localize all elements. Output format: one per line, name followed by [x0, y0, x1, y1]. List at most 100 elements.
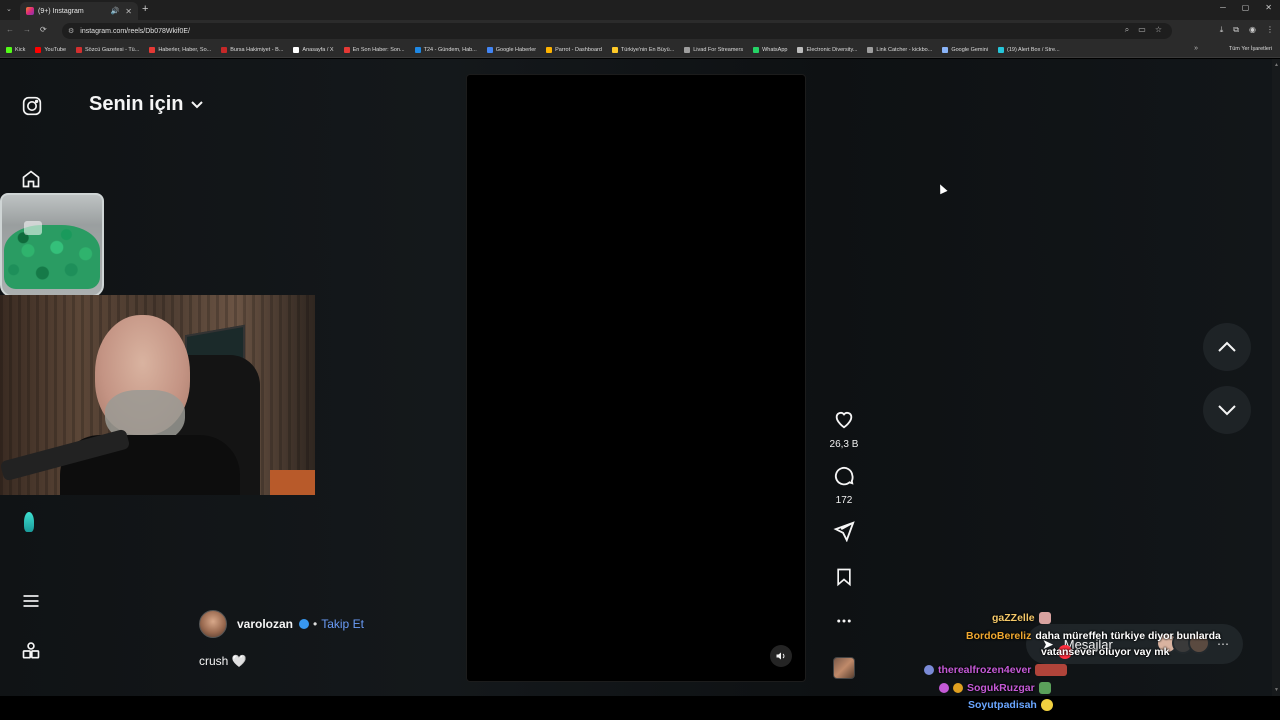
chat-message: gaZZelle [992, 612, 1051, 624]
tab-search-icon[interactable]: ⌄ [6, 5, 12, 13]
bookmark-item[interactable]: WhatsApp [753, 46, 787, 53]
bookmark-item[interactable]: YouTube [35, 46, 66, 53]
bookmark-icon[interactable] [834, 566, 854, 593]
like-count: 26,3 B [829, 439, 859, 450]
bookmark-item[interactable]: Anasayfa / X [293, 46, 334, 53]
chevron-down-icon [1218, 405, 1236, 416]
share-action [826, 520, 862, 547]
chat-message: vatansever oluyor vay mk [1041, 646, 1169, 658]
sub-badge-icon [939, 683, 949, 693]
cast-icon[interactable]: ▭ [1138, 25, 1146, 35]
minimize-icon[interactable]: ─ [1220, 3, 1226, 12]
menu-icon[interactable]: ⋮ [1266, 25, 1274, 35]
bookmark-item[interactable]: Google Gemini [942, 46, 989, 53]
feed-selector[interactable]: Senin için [89, 93, 204, 116]
bookmark-favicon-icon [343, 46, 350, 53]
instagram-favicon-icon [26, 7, 34, 15]
more-menu-icon[interactable] [21, 591, 41, 616]
bookmark-item[interactable]: Bursa Hakimiyet - B... [221, 46, 284, 53]
forward-icon[interactable]: → [23, 25, 31, 34]
reel-video[interactable] [466, 74, 806, 682]
browser-tab-bar: ⌄ (9+) Instagram 🔊 ✕ + ─ ▢ ✕ [0, 0, 1280, 20]
ellipsis-icon[interactable] [835, 612, 853, 635]
site-info-icon[interactable]: ⚙ [68, 27, 74, 35]
instagram-logo-icon[interactable] [22, 96, 42, 121]
toolbar-actions: ⤓ ⧉ ◉ ⋮ [1220, 25, 1274, 35]
save-action [826, 566, 862, 593]
bookmark-item[interactable]: Electronic Diversity... [797, 46, 858, 53]
bookmark-label: Sözcü Gazetesi - Tü... [85, 46, 140, 53]
bookmark-label: Google Haberler [495, 46, 537, 53]
bookmark-favicon-icon [221, 46, 228, 53]
close-tab-icon[interactable]: ✕ [125, 7, 132, 16]
share-icon[interactable] [833, 520, 855, 547]
browser-tab-instagram[interactable]: (9+) Instagram 🔊 ✕ [20, 2, 138, 20]
zoom-icon[interactable]: ⌕ [1125, 25, 1129, 35]
close-window-icon[interactable]: ✕ [1265, 3, 1272, 12]
bookmark-item[interactable]: Haberler, Haber, So... [149, 46, 212, 53]
address-bar[interactable]: ⚙ instagram.com/reels/Db078Wkif0E/ ⌕ ▭ ☆ [62, 23, 1172, 39]
maximize-icon[interactable]: ▢ [1242, 3, 1250, 12]
scroll-up-icon[interactable]: ▲ [1274, 62, 1279, 68]
follow-button[interactable]: Takip Et [321, 617, 364, 631]
post-author: varolozan • Takip Et [199, 610, 364, 638]
bookmark-item[interactable]: Livad For Streamers [684, 46, 743, 53]
chat-username: SogukRuzgar [967, 682, 1035, 694]
home-icon[interactable] [21, 169, 41, 194]
bookmark-item[interactable]: Sözcü Gazetesi - Tü... [76, 46, 140, 53]
avatar[interactable] [199, 610, 227, 638]
chat-username: BordoBereliz [966, 630, 1032, 642]
bookmark-item[interactable]: T24 - Gündem, Hab... [414, 46, 477, 53]
bookmark-item[interactable]: En Son Haber: Son... [343, 46, 405, 53]
previous-reel-button[interactable] [1203, 323, 1251, 371]
reload-icon[interactable]: ⟳ [40, 25, 47, 34]
bookmark-label: Parrot - Dashboard [555, 46, 602, 53]
audio-thumbnail[interactable] [833, 657, 855, 679]
bookmark-item[interactable]: Link Catcher - kickbo... [867, 46, 932, 53]
all-bookmarks[interactable]: Tüm Yer İşaretleri [1229, 46, 1272, 52]
profile-icon[interactable]: ◉ [1249, 25, 1256, 35]
bookmark-star-icon[interactable]: ☆ [1155, 25, 1162, 35]
comment-icon[interactable] [833, 464, 855, 491]
bookmark-item[interactable]: Türkiye'nin En Büyü... [611, 46, 675, 53]
bookmark-item[interactable]: (19) Alert Box / Stre... [998, 46, 1060, 53]
bookmark-label: Electronic Diversity... [806, 46, 858, 53]
bookmark-item[interactable]: Kick [6, 46, 25, 53]
audio-toggle-button[interactable] [770, 645, 792, 667]
jar-gems [4, 225, 100, 289]
author-name[interactable]: varolozan [237, 617, 293, 631]
scroll-down-icon[interactable]: ▼ [1274, 687, 1279, 693]
heart-icon[interactable] [833, 408, 855, 435]
bookmark-label: En Son Haber: Son... [352, 46, 405, 53]
chevron-down-icon [191, 98, 204, 112]
chat-message: SogukRuzgar [939, 682, 1051, 694]
more-bookmarks-icon[interactable]: » [1194, 45, 1198, 52]
comment-action: 172 [826, 464, 862, 506]
nav-buttons: ← → ⟳ [6, 25, 47, 34]
new-tab-button[interactable]: + [142, 3, 148, 15]
bookmark-favicon-icon [611, 46, 618, 53]
download-icon[interactable]: ⤓ [1220, 25, 1224, 35]
feed-title: Senin için [89, 93, 184, 115]
post-caption: crush 🤍 [199, 654, 247, 668]
bookmark-label: Google Gemini [951, 46, 989, 53]
bookmark-label: (19) Alert Box / Stre... [1007, 46, 1060, 53]
emote-icon [1038, 612, 1051, 624]
stream-jar-overlay [0, 193, 104, 297]
next-reel-button[interactable] [1203, 386, 1251, 434]
more-options-action [826, 612, 862, 635]
bookmark-item[interactable]: Google Haberler [486, 46, 537, 53]
bookmark-item[interactable]: Parrot - Dashboard [546, 46, 602, 53]
url-text: instagram.com/reels/Db078Wkif0E/ [80, 27, 190, 35]
extensions-icon[interactable]: ⧉ [1233, 25, 1239, 35]
back-icon[interactable]: ← [6, 25, 14, 34]
emote-icon [1035, 664, 1068, 676]
speaker-icon[interactable]: 🔊 [111, 7, 120, 15]
also-from-meta-icon[interactable] [21, 641, 41, 666]
bookmark-label: Türkiye'nin En Büyü... [620, 46, 675, 53]
bookmark-favicon-icon [76, 46, 83, 53]
chat-text: daha müreffeh türkiye diyor bunlarda [1035, 630, 1221, 642]
page-scrollbar[interactable]: ▲ ▼ [1272, 59, 1280, 696]
bookmark-label: Haberler, Haber, So... [158, 46, 212, 53]
bookmark-label: Bursa Hakimiyet - B... [230, 46, 284, 53]
